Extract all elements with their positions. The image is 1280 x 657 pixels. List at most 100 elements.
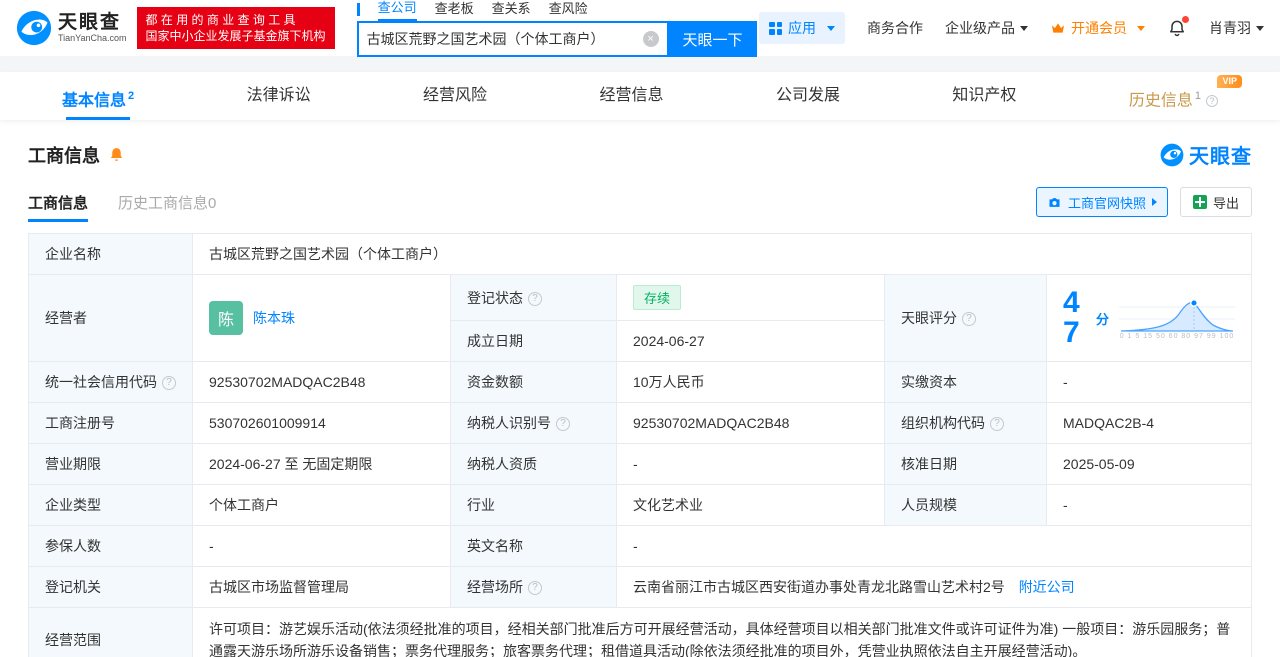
subscribe-bell-icon[interactable]: [108, 146, 125, 163]
label-text: 组织机构代码: [901, 415, 985, 431]
chevron-down-icon: [1256, 26, 1264, 31]
vip-badge: VIP: [1217, 75, 1242, 88]
menu-enterprise[interactable]: 企业级产品: [945, 18, 1028, 38]
company-name-value: 古城区荒野之国艺术园（个体工商户）: [193, 234, 1252, 275]
menu-cooperation[interactable]: 商务合作: [867, 18, 923, 38]
chevron-down-icon: [1020, 26, 1028, 31]
subtab-business-info[interactable]: 工商信息: [28, 192, 88, 213]
watermark-text: 天眼查: [1189, 140, 1252, 169]
help-icon[interactable]: ?: [528, 292, 542, 306]
score-label: 天眼评分?: [885, 275, 1047, 362]
tab-intellectual-property[interactable]: 知识产权: [952, 72, 1016, 120]
table-row: 经营者 陈 陈本珠 登记状态? 存续 天眼评分? 47 分: [29, 275, 1252, 321]
search-tab-risk[interactable]: 查风险: [549, 0, 588, 20]
help-icon[interactable]: ?: [162, 376, 176, 390]
export-label: 导出: [1213, 193, 1239, 212]
user-menu[interactable]: 肖青羽: [1209, 18, 1264, 38]
company-nav-tabs: 基本信息2 法律诉讼 经营风险 经营信息 公司发展 知识产权 历史信息1? VI…: [0, 72, 1280, 120]
label-text: 登记状态: [467, 290, 523, 306]
company-type-value: 个体工商户: [193, 485, 451, 526]
promo-line2: 国家中小企业发展子基金旗下机构: [146, 28, 326, 44]
reg-no-value: 530702601009914: [193, 403, 451, 444]
chevron-down-icon: [1137, 26, 1145, 31]
staff-size-label: 人员规模: [885, 485, 1047, 526]
help-icon[interactable]: ?: [1206, 95, 1218, 107]
established-label: 成立日期: [451, 321, 617, 362]
help-icon[interactable]: ?: [962, 312, 976, 326]
snapshot-label: 工商官网快照: [1068, 193, 1146, 212]
approval-date-label: 核准日期: [885, 444, 1047, 485]
industry-label: 行业: [451, 485, 617, 526]
search-tab-relation[interactable]: 查关系: [492, 0, 531, 20]
help-icon[interactable]: ?: [556, 417, 570, 431]
promo-line1: 都 在 用 的 商 业 查 询 工 具: [146, 12, 326, 28]
tianyancha-logo[interactable]: 天眼查 TianYanCha.com: [16, 10, 127, 46]
business-info-table: 企业名称 古城区荒野之国艺术园（个体工商户） 经营者 陈 陈本珠 登记状态? 存…: [28, 233, 1252, 657]
approval-date-value: 2025-05-09: [1047, 444, 1252, 485]
operator-avatar[interactable]: 陈: [209, 301, 243, 335]
search-input[interactable]: [367, 31, 643, 47]
capital-value: 10万人民币: [617, 362, 885, 403]
tax-quality-label: 纳税人资质: [451, 444, 617, 485]
promo-banner: 都 在 用 的 商 业 查 询 工 具 国家中小企业发展子基金旗下机构: [137, 7, 335, 49]
table-row: 经营范围 许可项目：游艺娱乐活动(依法须经批准的项目，经相关部门批准后方可开展经…: [29, 608, 1252, 657]
score-sparkline: 0 1 5 15 50 60 80 97 99 100: [1119, 297, 1235, 340]
tab-count: 1: [1195, 90, 1201, 102]
subtab-history-business-info[interactable]: 历史工商信息0: [118, 192, 216, 213]
tab-company-development[interactable]: 公司发展: [776, 72, 840, 120]
operator-label: 经营者: [29, 275, 193, 362]
menu-open-vip[interactable]: 开通会员: [1050, 18, 1145, 38]
tianyancha-watermark: 天眼查: [1160, 140, 1252, 169]
insured-value: -: [193, 526, 451, 567]
authority-label: 登记机关: [29, 567, 193, 608]
paid-capital-label: 实缴资本: [885, 362, 1047, 403]
credit-code-label: 统一社会信用代码?: [29, 362, 193, 403]
search-button[interactable]: 天眼一下: [669, 21, 757, 57]
label-text: 统一社会信用代码: [45, 374, 157, 390]
apps-grid-icon: [769, 22, 782, 35]
table-row: 企业类型 个体工商户 行业 文化艺术业 人员规模 -: [29, 485, 1252, 526]
clear-search-icon[interactable]: ×: [643, 31, 659, 47]
notifications-bell-icon[interactable]: [1167, 18, 1187, 38]
search-tab-company[interactable]: 查公司: [378, 0, 417, 21]
tab-history-info[interactable]: 历史信息1? VIP: [1129, 72, 1218, 120]
eye-logo-icon: [1160, 143, 1184, 167]
insured-label: 参保人数: [29, 526, 193, 567]
nearby-companies-link[interactable]: 附近公司: [1019, 579, 1075, 595]
snapshot-camera-icon: [1047, 195, 1062, 210]
help-icon[interactable]: ?: [990, 417, 1004, 431]
vip-label: 开通会员: [1071, 18, 1127, 38]
tab-operating-info[interactable]: 经营信息: [599, 72, 663, 120]
notification-dot: [1182, 16, 1189, 23]
active-tab-bar: [357, 3, 360, 16]
search-tab-boss[interactable]: 查老板: [435, 0, 474, 20]
tab-operating-risk[interactable]: 经营风险: [423, 72, 487, 120]
tab-legal[interactable]: 法律诉讼: [247, 72, 311, 120]
tab-label: 知识产权: [952, 87, 1016, 104]
search-area: 查公司 查老板 查关系 查风险 × 天眼一下: [357, 0, 757, 57]
help-icon[interactable]: ?: [528, 581, 542, 595]
premises-label: 经营场所?: [451, 567, 617, 608]
table-row: 登记机关 古城区市场监督管理局 经营场所? 云南省丽江市古城区西安街道办事处青龙…: [29, 567, 1252, 608]
triangle-right-icon: [1152, 198, 1157, 206]
apps-menu-button[interactable]: 应用: [759, 12, 845, 44]
operator-value: 陈 陈本珠: [193, 275, 451, 362]
tab-basic-info[interactable]: 基本信息2: [62, 72, 134, 120]
company-name-label: 企业名称: [29, 234, 193, 275]
username: 肖青羽: [1209, 18, 1251, 38]
official-snapshot-button[interactable]: 工商官网快照: [1036, 187, 1168, 217]
established-value: 2024-06-27: [617, 321, 885, 362]
staff-size-value: -: [1047, 485, 1252, 526]
excel-icon: [1193, 195, 1207, 209]
status-badge: 存续: [633, 285, 681, 310]
export-button[interactable]: 导出: [1180, 187, 1252, 217]
authority-value: 古城区市场监督管理局: [193, 567, 451, 608]
table-row: 营业期限 2024-06-27 至 无固定期限 纳税人资质 - 核准日期 202…: [29, 444, 1252, 485]
business-scope-value: 许可项目：游艺娱乐活动(依法须经批准的项目，经相关部门批准后方可开展经营活动，具…: [193, 608, 1252, 657]
premises-value: 云南省丽江市古城区西安街道办事处青龙北路雪山艺术村2号 附近公司: [617, 567, 1252, 608]
label-text: 天眼评分: [901, 310, 957, 326]
operator-name-link[interactable]: 陈本珠: [253, 308, 295, 328]
score-unit: 分: [1096, 309, 1109, 328]
label-text: 纳税人识别号: [467, 415, 551, 431]
en-name-value: -: [617, 526, 1252, 567]
